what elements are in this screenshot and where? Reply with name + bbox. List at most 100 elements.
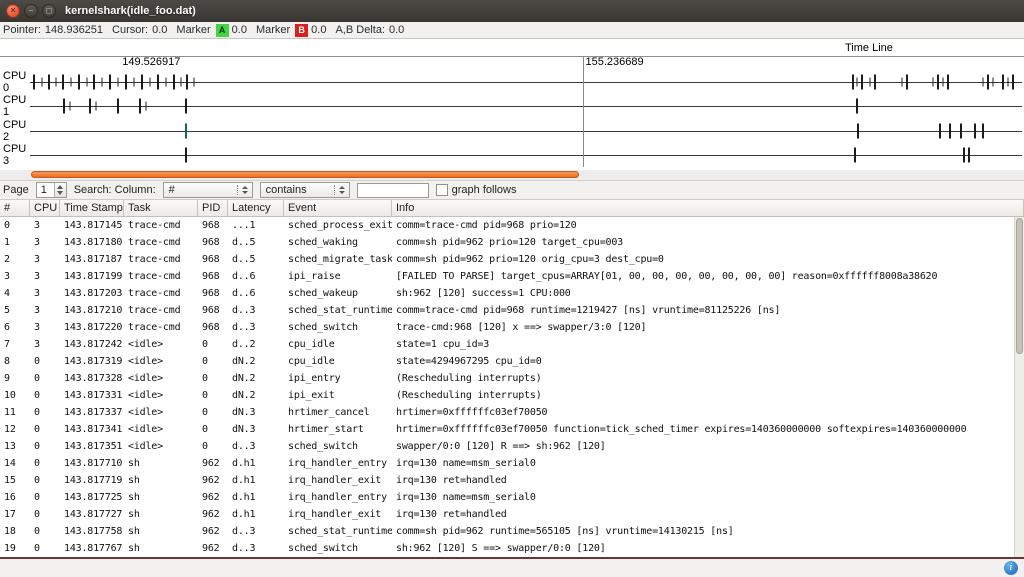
event-tick bbox=[146, 102, 147, 111]
table-cell: comm=trace-cmd pid=968 prio=120 bbox=[392, 217, 1024, 234]
marker-a-badge: A bbox=[216, 24, 229, 37]
graph-follows-label: graph follows bbox=[452, 184, 517, 196]
spinner-down-icon[interactable] bbox=[57, 191, 63, 195]
table-cell: d..3 bbox=[228, 523, 284, 540]
table-cell: comm=trace-cmd pid=968 runtime=1219427 [… bbox=[392, 302, 1024, 319]
table-row[interactable]: 53143.817210trace-cmd968d..3sched_stat_r… bbox=[0, 302, 1024, 319]
column-header[interactable]: Event bbox=[284, 200, 392, 216]
table-cell: 143.817337 bbox=[60, 404, 124, 421]
info-button[interactable]: i bbox=[1004, 561, 1018, 575]
close-button[interactable]: ✕ bbox=[6, 4, 20, 18]
table-cell: 143.817242 bbox=[60, 336, 124, 353]
graph-follows-checkbox[interactable] bbox=[436, 184, 448, 196]
table-row[interactable]: 120143.817341<idle>0dN.3hrtimer_starthrt… bbox=[0, 421, 1024, 438]
delta-value: 0.0 bbox=[389, 24, 404, 36]
column-header[interactable]: CPU bbox=[30, 200, 60, 216]
table-row[interactable]: 43143.817203trace-cmd968d..6sched_wakeup… bbox=[0, 285, 1024, 302]
match-type-select[interactable]: contains bbox=[260, 182, 350, 198]
event-tick bbox=[55, 78, 56, 87]
column-header[interactable]: Info bbox=[392, 200, 1024, 216]
table-row[interactable]: 80143.817319<idle>0dN.2cpu_idlestate=429… bbox=[0, 353, 1024, 370]
table-row[interactable]: 170143.817727sh962d.h1irq_handler_exitir… bbox=[0, 506, 1024, 523]
column-header[interactable]: # bbox=[0, 200, 30, 216]
cpu-track[interactable] bbox=[30, 70, 1022, 94]
page-spinner[interactable]: 1 bbox=[36, 182, 67, 198]
table-cell: irq=130 ret=handled bbox=[392, 506, 1024, 523]
column-header[interactable]: Task bbox=[124, 200, 198, 216]
event-tick bbox=[157, 75, 159, 90]
event-tick bbox=[185, 123, 187, 138]
column-header[interactable]: Time Stamp bbox=[60, 200, 124, 216]
cpu-track[interactable] bbox=[30, 143, 1022, 167]
table-vertical-scrollbar[interactable] bbox=[1014, 217, 1024, 557]
close-icon: ✕ bbox=[10, 7, 17, 15]
event-tick bbox=[165, 78, 166, 87]
table-cell: 143.817331 bbox=[60, 387, 124, 404]
table-cell: 1 bbox=[0, 234, 30, 251]
spinner-up-icon[interactable] bbox=[57, 185, 63, 189]
cpu-label: CPU 0 bbox=[0, 70, 30, 94]
timeline-horizontal-scrollbar[interactable] bbox=[0, 170, 1024, 181]
cpu-track[interactable] bbox=[30, 94, 1022, 118]
table-cell: 968 bbox=[198, 251, 228, 268]
event-tick bbox=[109, 75, 111, 90]
table-scrollbar-handle[interactable] bbox=[1016, 218, 1023, 354]
table-cell: 968 bbox=[198, 285, 228, 302]
timeline-plot[interactable]: CPU 0CPU 1CPU 2CPU 3 149.526917155.23668… bbox=[0, 57, 1024, 169]
table-cell: trace-cmd bbox=[124, 217, 198, 234]
table-cell: trace-cmd bbox=[124, 268, 198, 285]
page-value: 1 bbox=[37, 183, 54, 197]
table-row[interactable]: 150143.817719sh962d.h1irq_handler_exitir… bbox=[0, 472, 1024, 489]
table-row[interactable]: 33143.817199trace-cmd968d..6ipi_raise[FA… bbox=[0, 268, 1024, 285]
column-header[interactable]: PID bbox=[198, 200, 228, 216]
table-cell: 15 bbox=[0, 472, 30, 489]
table-cell: sh bbox=[124, 506, 198, 523]
page-label: Page bbox=[3, 184, 29, 196]
cpu-track[interactable] bbox=[30, 119, 1022, 143]
table-row[interactable]: 90143.817328<idle>0dN.2ipi_entry(Resched… bbox=[0, 370, 1024, 387]
table-cell: 143.817328 bbox=[60, 370, 124, 387]
timeline-panel: Time Line CPU 0CPU 1CPU 2CPU 3 149.52691… bbox=[0, 39, 1024, 170]
table-cell: dN.2 bbox=[228, 370, 284, 387]
column-header[interactable]: Latency bbox=[228, 200, 284, 216]
table-cell: sched_stat_runtime bbox=[284, 302, 392, 319]
table-row[interactable]: 140143.817710sh962d.h1irq_handler_entryi… bbox=[0, 455, 1024, 472]
table-row[interactable]: 180143.817758sh962d..3sched_stat_runtime… bbox=[0, 523, 1024, 540]
event-tick bbox=[974, 123, 976, 138]
page-spinner-arrows[interactable] bbox=[54, 183, 66, 197]
timeline-scrollbar-handle[interactable] bbox=[31, 171, 579, 178]
event-tick bbox=[48, 75, 50, 90]
table-cell: 16 bbox=[0, 489, 30, 506]
table-row[interactable]: 100143.817331<idle>0dN.2ipi_exit(Resched… bbox=[0, 387, 1024, 404]
column-select[interactable]: # bbox=[163, 182, 253, 198]
minimize-button[interactable]: − bbox=[24, 4, 38, 18]
table-row[interactable]: 130143.817351<idle>0d..3sched_switchswap… bbox=[0, 438, 1024, 455]
marker-a-label: Marker bbox=[176, 24, 210, 36]
table-cell: dN.2 bbox=[228, 387, 284, 404]
table-cell: irq=130 ret=handled bbox=[392, 472, 1024, 489]
table-row[interactable]: 13143.817180trace-cmd968d..5sched_waking… bbox=[0, 234, 1024, 251]
table-cell: sched_wakeup bbox=[284, 285, 392, 302]
table-row[interactable]: 73143.817242<idle>0d..2cpu_idlestate=1 c… bbox=[0, 336, 1024, 353]
event-tick bbox=[857, 123, 859, 138]
table-cell: d..3 bbox=[228, 319, 284, 336]
table-cell: 143.817203 bbox=[60, 285, 124, 302]
table-cell: 0 bbox=[30, 387, 60, 404]
table-cell: 7 bbox=[0, 336, 30, 353]
table-row[interactable]: 160143.817725sh962d.h1irq_handler_entryi… bbox=[0, 489, 1024, 506]
table-cell: 0 bbox=[198, 387, 228, 404]
search-filter-input[interactable] bbox=[357, 183, 429, 198]
table-cell: trace-cmd bbox=[124, 302, 198, 319]
table-row[interactable]: 190143.817767sh962d..3sched_switchsh:962… bbox=[0, 540, 1024, 557]
table-cell: d..6 bbox=[228, 285, 284, 302]
table-row[interactable]: 63143.817220trace-cmd968d..3sched_switch… bbox=[0, 319, 1024, 336]
table-cell: 143.817710 bbox=[60, 455, 124, 472]
event-tick bbox=[102, 78, 103, 87]
table-row[interactable]: 23143.817187trace-cmd968d..5sched_migrat… bbox=[0, 251, 1024, 268]
event-tick bbox=[63, 99, 65, 114]
maximize-button[interactable]: ◻ bbox=[42, 4, 56, 18]
table-row[interactable]: 110143.817337<idle>0dN.3hrtimer_cancelhr… bbox=[0, 404, 1024, 421]
table-cell: sh bbox=[124, 455, 198, 472]
table-row[interactable]: 03143.817145trace-cmd968...1sched_proces… bbox=[0, 217, 1024, 234]
chevron-updown-icon bbox=[242, 186, 248, 194]
